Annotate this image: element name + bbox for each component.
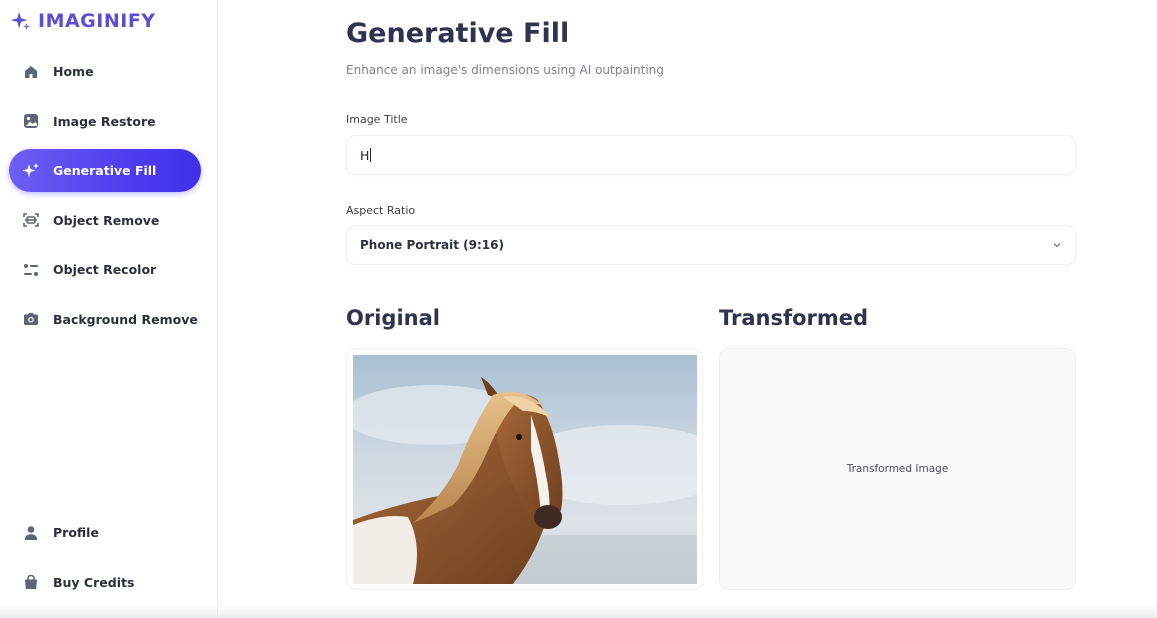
sidebar-item-profile[interactable]: Profile (9, 511, 201, 554)
app-name: IMAGINIFY (38, 10, 156, 32)
sidebar-item-label: Generative Fill (53, 163, 157, 178)
sidebar-bottom-nav: Profile Buy Credits (9, 511, 201, 610)
sparkles-logo-icon (10, 11, 31, 31)
main-content: Generative Fill Enhance an image's dimen… (218, 0, 1157, 618)
sidebar-item-background-remove[interactable]: Background Remove (9, 298, 201, 341)
transformed-heading: Transformed (719, 306, 869, 330)
image-icon (22, 112, 40, 130)
page-subtitle: Enhance an image's dimensions using AI o… (346, 63, 664, 77)
aspect-ratio-select[interactable]: Phone Portrait (9:16) (346, 225, 1076, 265)
image-title-label: Image Title (346, 113, 408, 126)
sidebar-item-label: Home (53, 64, 94, 79)
sidebar-item-label: Buy Credits (53, 574, 135, 590)
filter-icon (22, 261, 40, 279)
text-caret (370, 148, 372, 162)
aspect-ratio-value: Phone Portrait (9:16) (360, 238, 504, 252)
sidebar-item-buy-credits[interactable]: Buy Credits (9, 561, 201, 604)
image-title-value: H (360, 147, 370, 163)
sidebar-item-object-remove[interactable]: Object Remove (9, 199, 201, 242)
scan-icon (22, 211, 40, 229)
bottom-shadow (0, 604, 1157, 618)
sidebar-item-generative-fill[interactable]: Generative Fill (9, 149, 201, 192)
original-image-panel[interactable] (346, 348, 703, 590)
bag-icon (22, 573, 40, 591)
logo[interactable]: IMAGINIFY (10, 10, 156, 32)
sidebar-item-label: Image Restore (53, 113, 156, 129)
transformed-image-panel: Transformed Image (719, 348, 1076, 590)
page-title: Generative Fill (346, 18, 570, 49)
home-icon (22, 63, 40, 81)
horse-photo (353, 355, 697, 584)
sidebar-nav: Home Image Restore Generative Fill Objec… (9, 50, 201, 347)
sidebar-item-label: Object Remove (53, 212, 160, 228)
transformed-placeholder: Transformed Image (846, 463, 949, 475)
sidebar-item-object-recolor[interactable]: Object Recolor (9, 248, 201, 291)
user-icon (22, 524, 40, 542)
sidebar: IMAGINIFY Home Image Restore Generative … (0, 0, 218, 618)
app-root: IMAGINIFY Home Image Restore Generative … (0, 0, 1157, 618)
sidebar-item-label: Background Remove (53, 311, 198, 327)
camera-icon (22, 310, 40, 328)
aspect-ratio-label: Aspect Ratio (346, 204, 416, 217)
sparkles-icon (22, 162, 40, 180)
sidebar-item-image-restore[interactable]: Image Restore (9, 100, 201, 143)
chevron-down-icon (1053, 243, 1061, 248)
original-heading: Original (346, 306, 440, 330)
image-title-input[interactable]: H (346, 135, 1076, 175)
sidebar-item-home[interactable]: Home (9, 50, 201, 93)
sidebar-item-label: Object Recolor (53, 262, 157, 277)
sidebar-item-label: Profile (53, 525, 99, 540)
